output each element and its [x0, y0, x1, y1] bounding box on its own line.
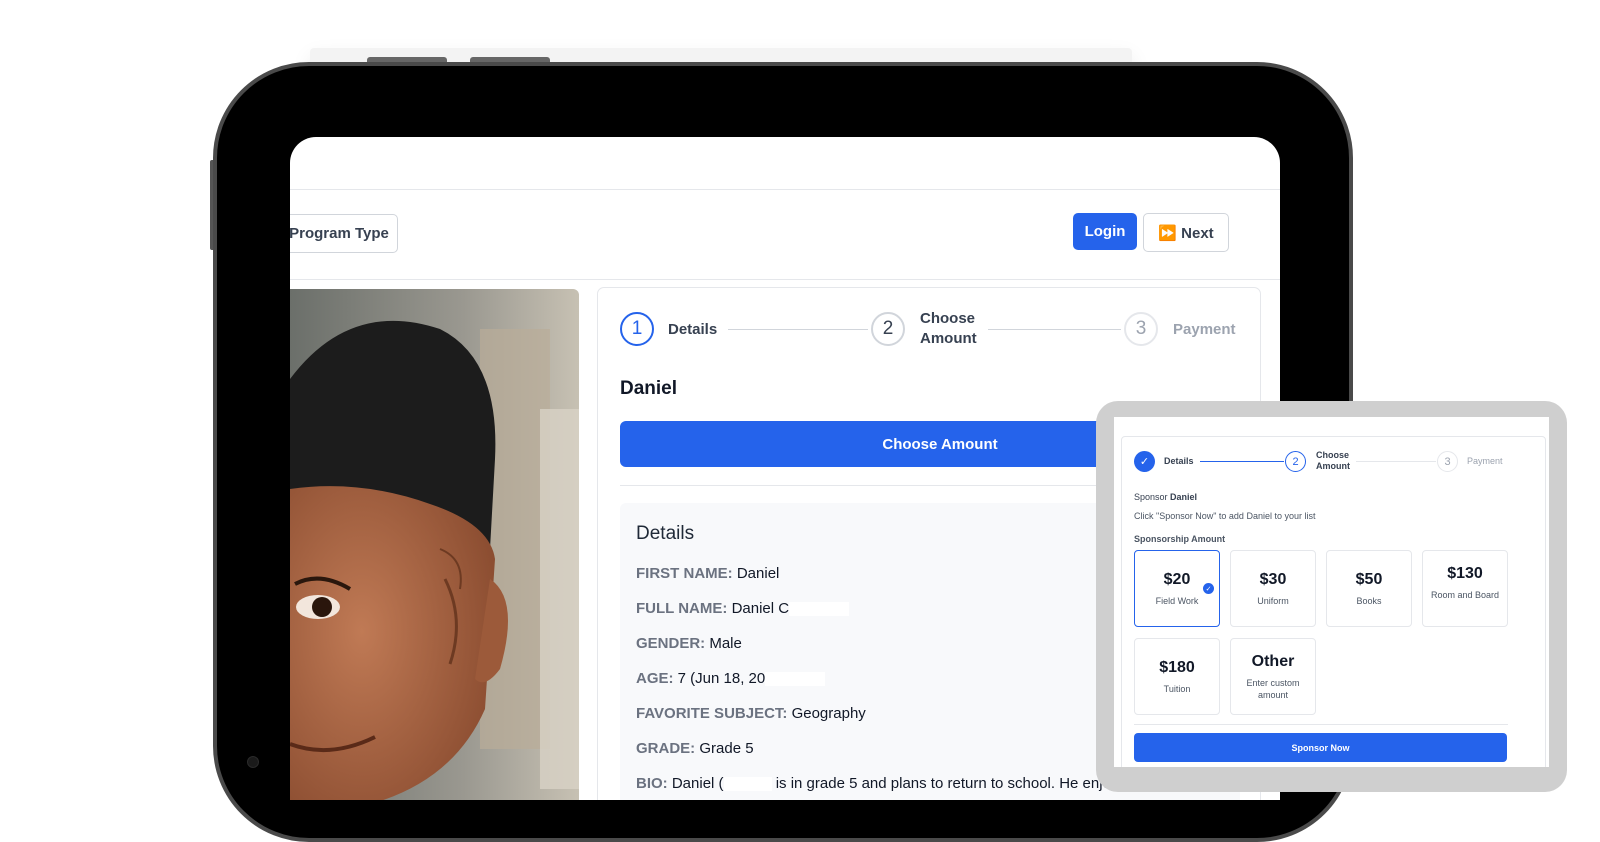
step-1-circle[interactable]: 1 — [620, 312, 654, 346]
detail-row-gender: GENDER: Male — [636, 635, 742, 652]
amount-option-130[interactable]: $130 Room and Board — [1422, 550, 1508, 627]
detail-key: AGE: — [636, 670, 674, 687]
redaction — [765, 672, 826, 687]
detail-value: Daniel C — [731, 600, 790, 617]
sponsor-instruction: Click "Sponsor Now" to add Daniel to you… — [1134, 511, 1316, 521]
detail-row-grade: GRADE: Grade 5 — [636, 740, 754, 757]
step-connector — [988, 329, 1121, 330]
amount-option-30[interactable]: $30 Uniform — [1230, 550, 1316, 627]
amount-option-20[interactable]: $20 Field Work ✓ — [1134, 550, 1220, 627]
amount-label: Uniform — [1257, 596, 1289, 606]
amount-option-180[interactable]: $180 Tuition — [1134, 638, 1220, 715]
next-button[interactable]: ⏩ Next — [1143, 213, 1229, 252]
amount-value: $180 — [1159, 659, 1195, 676]
step-3-label[interactable]: Payment — [1173, 320, 1236, 340]
step-connector — [1200, 461, 1284, 462]
step-3-number: 3 — [1135, 318, 1147, 339]
sponsor-now-label: Sponsor Now — [1291, 742, 1350, 753]
redaction — [789, 602, 850, 617]
navbar: Program Type Login ⏩ Next — [290, 189, 1280, 280]
step-2-circle[interactable]: 2 — [871, 312, 905, 346]
amount-label: Room and Board — [1430, 590, 1500, 600]
browser-top-bar — [290, 137, 1280, 190]
amount-value: $130 — [1447, 565, 1483, 582]
step-2-number: 2 — [882, 318, 894, 339]
sponsor-line: Sponsor Daniel — [1134, 492, 1197, 502]
detail-row-favorite-subject: FAVORITE SUBJECT: Geography — [636, 705, 866, 722]
step-connector — [728, 329, 868, 330]
divider — [1134, 724, 1508, 725]
details-title: Details — [636, 523, 695, 544]
amount-option-other[interactable]: Other Enter custom amount — [1230, 638, 1316, 715]
amount-label: Books — [1356, 596, 1382, 606]
sponsor-prefix: Sponsor — [1134, 492, 1168, 502]
check-icon: ✓ — [1134, 451, 1155, 472]
amount-value: Other — [1251, 653, 1295, 670]
detail-value: Male — [709, 635, 742, 652]
detail-row-full-name: FULL NAME: Daniel C — [636, 600, 850, 617]
amount-value: $30 — [1259, 571, 1287, 588]
sponsor-name: Daniel — [1170, 492, 1198, 502]
detail-value: 7 (Jun 18, 20 — [677, 670, 766, 687]
child-name: Daniel — [620, 378, 678, 399]
program-type-button[interactable]: Program Type — [290, 214, 398, 253]
sponsor-now-button[interactable]: Sponsor Now — [1134, 733, 1507, 762]
program-type-label: Program Type — [290, 225, 389, 242]
amount-label: Field Work — [1155, 596, 1199, 606]
preview-step-3-circle[interactable]: 3 — [1437, 451, 1458, 472]
front-camera — [247, 756, 259, 768]
login-button[interactable]: Login — [1073, 213, 1137, 250]
preview-step-3-label[interactable]: Payment — [1467, 456, 1503, 467]
amount-value: $50 — [1355, 571, 1383, 588]
selected-check-icon: ✓ — [1203, 583, 1214, 594]
step-1-check: ✓ — [1139, 456, 1150, 468]
detail-key: FAVORITE SUBJECT: — [636, 705, 788, 722]
preview-step-3-number: 3 — [1444, 455, 1451, 468]
child-photo — [290, 289, 579, 800]
detail-value: Daniel — [736, 565, 780, 582]
preview-step-2-number: 2 — [1292, 455, 1299, 468]
detail-value: Grade 5 — [699, 740, 754, 757]
detail-key: GRADE: — [636, 740, 696, 757]
amount-label: Tuition — [1163, 684, 1191, 694]
detail-key: FULL NAME: — [636, 600, 728, 617]
preview-screen: ✓ Details 2 Choose Amount 3 Payment Spon… — [1114, 417, 1549, 767]
next-label: ⏩ Next — [1158, 224, 1214, 242]
detail-value: Daniel ( — [671, 775, 724, 792]
step-3-circle[interactable]: 3 — [1124, 312, 1158, 346]
redaction — [723, 777, 772, 792]
choose-amount-preview: ✓ Details 2 Choose Amount 3 Payment Spon… — [1096, 401, 1567, 792]
detail-key: FIRST NAME: — [636, 565, 733, 582]
amount-option-50[interactable]: $50 Books — [1326, 550, 1412, 627]
step-1-label[interactable]: Details — [668, 320, 717, 340]
detail-key: GENDER: — [636, 635, 706, 652]
login-label: Login — [1084, 223, 1126, 240]
detail-key: BIO: — [636, 775, 668, 792]
choose-amount-label: Choose Amount — [882, 435, 998, 453]
preview-step-2-circle[interactable]: 2 — [1285, 451, 1306, 472]
amount-label: Enter custom amount — [1246, 678, 1300, 700]
detail-row-first-name: FIRST NAME: Daniel — [636, 565, 779, 582]
step-1-number: 1 — [631, 318, 643, 339]
step-connector — [1356, 461, 1436, 462]
step-2-label[interactable]: Choose Amount — [920, 309, 990, 349]
detail-row-age: AGE: 7 (Jun 18, 20 — [636, 670, 826, 687]
amount-card: ✓ Details 2 Choose Amount 3 Payment Spon… — [1121, 436, 1546, 767]
amount-heading: Sponsorship Amount — [1134, 534, 1226, 544]
preview-step-1-label[interactable]: Details — [1164, 456, 1194, 467]
detail-value: Geography — [791, 705, 866, 722]
